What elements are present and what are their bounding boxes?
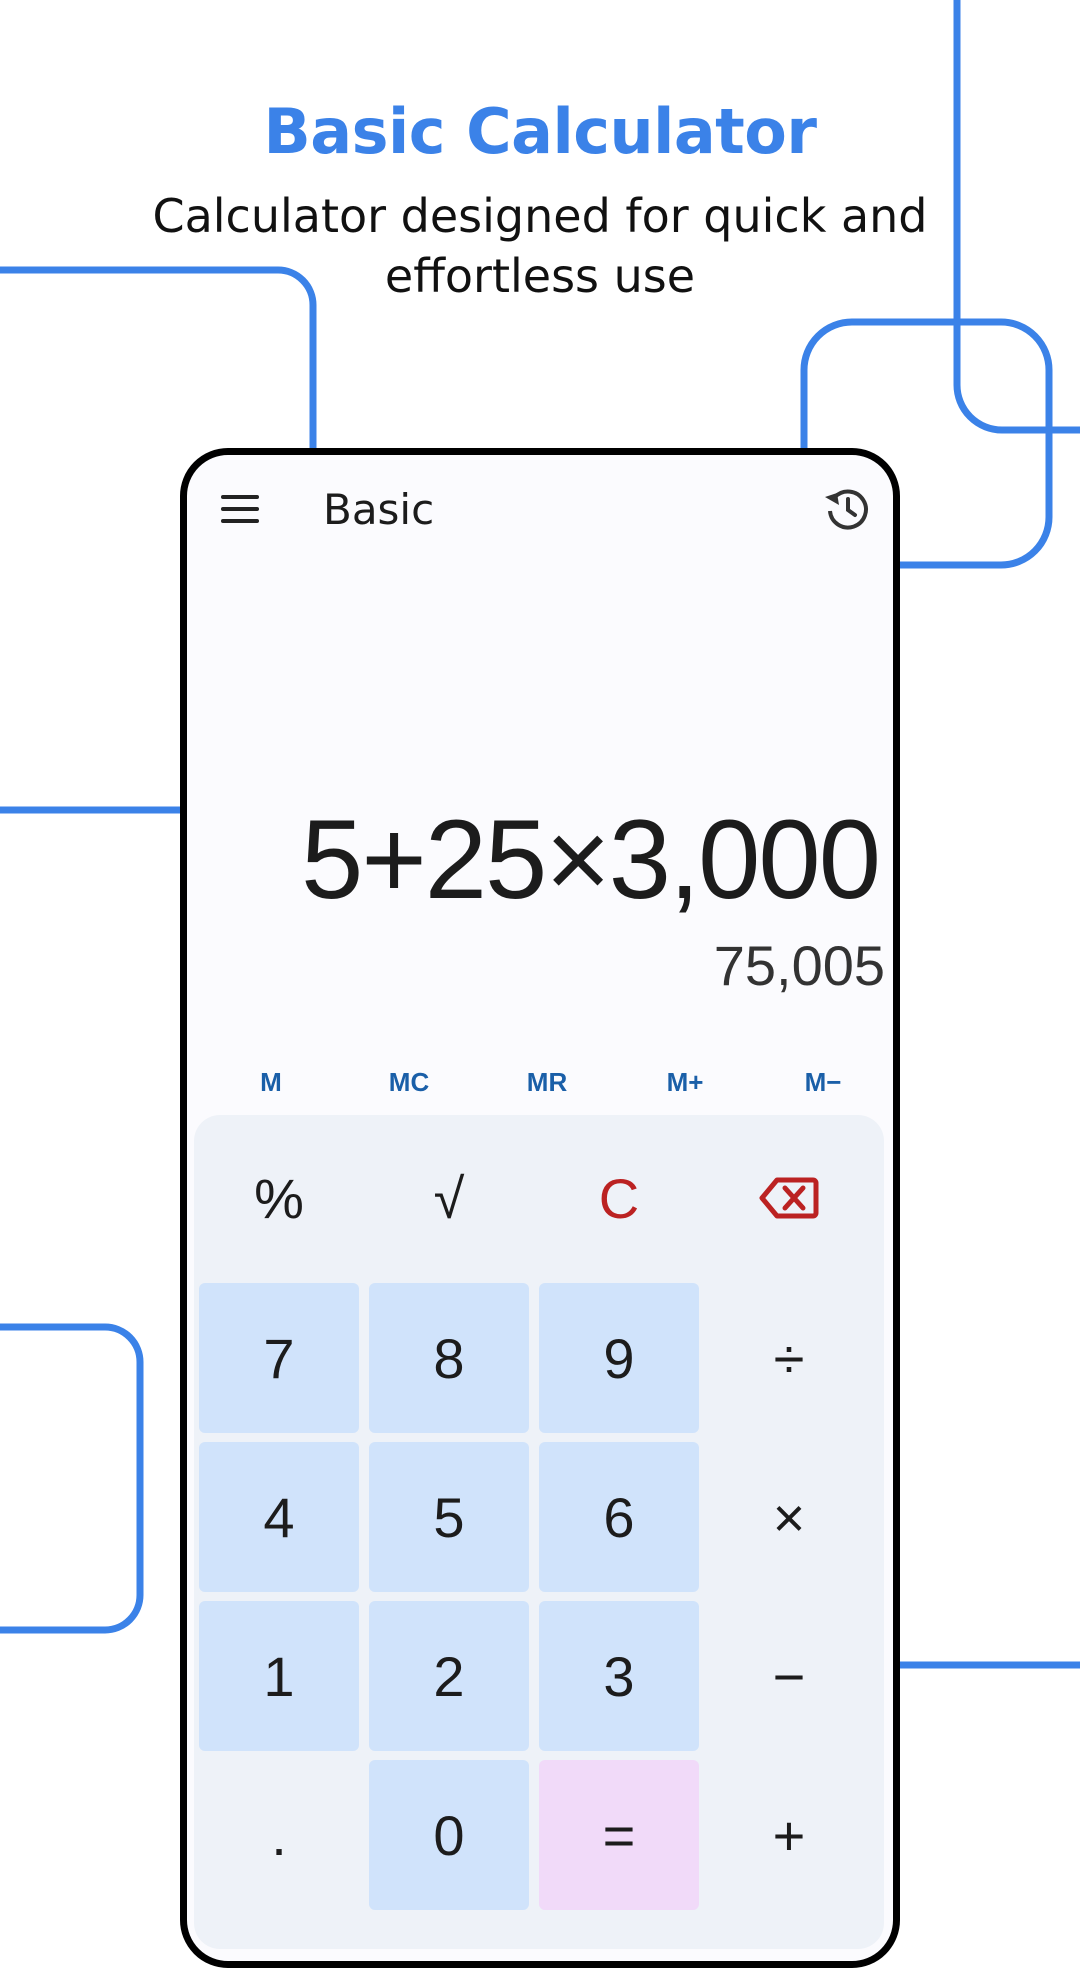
equals-button[interactable]: = xyxy=(539,1760,699,1910)
hero-subtitle: Calculator designed for quick and effort… xyxy=(152,189,928,303)
minus-button[interactable]: − xyxy=(709,1601,869,1751)
multiply-button[interactable]: × xyxy=(709,1442,869,1592)
digit-1-button[interactable]: 1 xyxy=(199,1601,359,1751)
memory-row: M MC MR M+ M− xyxy=(202,1047,892,1117)
result-display: 75,005 xyxy=(713,934,885,997)
decimal-point-button[interactable]: . xyxy=(199,1760,359,1910)
digit-2-button[interactable]: 2 xyxy=(369,1601,529,1751)
backspace-icon xyxy=(759,1177,819,1219)
square-root-button[interactable]: √ xyxy=(369,1123,529,1273)
digit-7-button[interactable]: 7 xyxy=(199,1283,359,1433)
keypad: % √ C 7 8 9 ÷ 4 5 6 × 1 2 3 − . 0 = + xyxy=(194,1115,884,1949)
digit-5-button[interactable]: 5 xyxy=(369,1442,529,1592)
backspace-button[interactable] xyxy=(709,1123,869,1273)
digit-8-button[interactable]: 8 xyxy=(369,1283,529,1433)
memory-clear-button[interactable]: MC xyxy=(340,1047,478,1117)
digit-4-button[interactable]: 4 xyxy=(199,1442,359,1592)
digit-0-button[interactable]: 0 xyxy=(369,1760,529,1910)
memory-recall-button[interactable]: MR xyxy=(478,1047,616,1117)
divide-button[interactable]: ÷ xyxy=(709,1283,869,1433)
app-title: Basic xyxy=(323,485,435,534)
memory-add-button[interactable]: M+ xyxy=(616,1047,754,1117)
deco-box-bottom-left xyxy=(0,1323,144,1634)
digit-9-button[interactable]: 9 xyxy=(539,1283,699,1433)
clear-button[interactable]: C xyxy=(539,1123,699,1273)
phone-frame: Basic 5+25×3,000 75,005 M MC MR M+ M− % … xyxy=(180,448,900,1968)
history-icon[interactable] xyxy=(821,483,873,535)
memory-subtract-button[interactable]: M− xyxy=(754,1047,892,1117)
expression-display: 5+25×3,000 xyxy=(301,797,881,922)
digit-6-button[interactable]: 6 xyxy=(539,1442,699,1592)
hero-title: Basic Calculator xyxy=(263,95,817,168)
hamburger-menu-icon[interactable] xyxy=(221,495,259,523)
memory-button-m[interactable]: M xyxy=(202,1047,340,1117)
plus-button[interactable]: + xyxy=(709,1760,869,1910)
deco-line-right-vertical xyxy=(953,0,1080,434)
percent-button[interactable]: % xyxy=(199,1123,359,1273)
app-bar: Basic xyxy=(187,455,893,565)
digit-3-button[interactable]: 3 xyxy=(539,1601,699,1751)
